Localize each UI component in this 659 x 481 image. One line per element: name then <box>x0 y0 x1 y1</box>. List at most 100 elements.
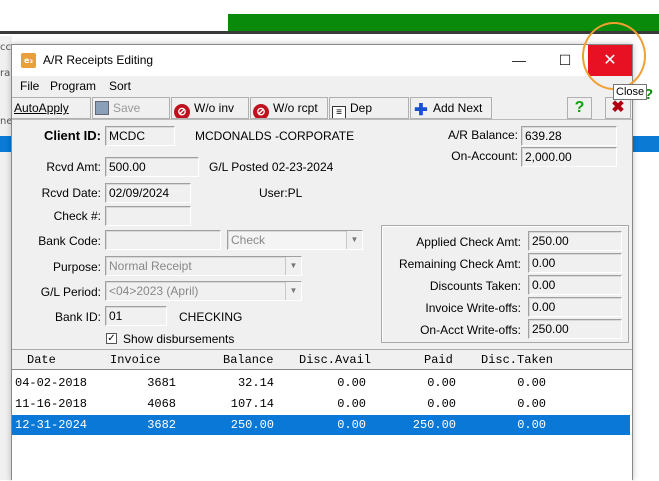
payment-type-dropdown[interactable]: Check ▼ <box>227 230 363 250</box>
menu-bar: File Program Sort <box>12 76 632 96</box>
background-panel <box>0 12 228 32</box>
gl-period-value: <04>2023 (April) <box>109 284 199 298</box>
dep-label: Dep <box>350 101 373 115</box>
invoice-writeoffs-label: Invoice Write-offs: <box>425 301 521 315</box>
close-tooltip: Close <box>613 84 648 100</box>
gl-posted-text: G/L Posted 02-23-2024 <box>209 160 334 174</box>
table-row-selected[interactable]: 12-31-2024 3682 250.00 0.00 250.00 0.00 <box>12 415 630 435</box>
wo-inv-label: W/o inv <box>194 101 235 115</box>
add-next-button[interactable]: ✚ Add Next <box>410 97 492 119</box>
table-row[interactable]: 04-02-2018 3681 32.14 0.00 0.00 0.00 <box>12 373 630 393</box>
autoapply-button[interactable]: AutoApply <box>12 97 91 119</box>
add-next-label: Add Next <box>433 101 483 115</box>
remaining-check-amt-field: 0.00 <box>528 253 622 273</box>
col-paid-header[interactable]: Paid <box>424 353 453 367</box>
highlight-circle <box>582 22 646 90</box>
table-row[interactable]: 11-16-2018 4068 107.14 0.00 0.00 0.00 <box>12 394 630 414</box>
background-right-panel <box>630 104 659 480</box>
background-text: ra <box>0 68 11 79</box>
gl-period-label: G/L Period: <box>40 285 101 299</box>
menu-sort[interactable]: Sort <box>109 79 131 93</box>
cell-paid: 0.00 <box>427 397 456 411</box>
cell-balance: 32.14 <box>237 376 274 390</box>
cell-invoice: 3681 <box>147 376 176 390</box>
applied-check-amt-label: Applied Check Amt: <box>416 235 521 249</box>
discounts-taken-field: 0.00 <box>528 275 622 295</box>
applied-check-amt-field: 250.00 <box>528 231 622 251</box>
ar-balance-field: 639.28 <box>521 126 617 146</box>
ar-balance-label: A/R Balance: <box>447 128 518 142</box>
purpose-label: Purpose: <box>52 260 101 274</box>
wo-rcpt-button[interactable]: ⊘ W/o rcpt <box>250 97 328 119</box>
menu-file[interactable]: File <box>20 79 39 93</box>
col-disc-taken-header[interactable]: Disc.Taken <box>481 353 553 367</box>
cell-disc-taken: 0.00 <box>517 418 546 432</box>
exit-button[interactable]: ✖ <box>605 97 631 119</box>
col-date-header[interactable]: Date <box>27 353 56 367</box>
bank-id-label: Bank ID: <box>54 310 101 324</box>
bank-code-field[interactable] <box>105 230 221 250</box>
minimize-button[interactable]: — <box>496 45 542 76</box>
bank-name-text: CHECKING <box>179 310 243 324</box>
save-label: Save <box>113 101 141 115</box>
show-disbursements-label: Show disbursements <box>123 332 235 346</box>
client-name: MCDONALDS -CORPORATE <box>195 129 355 143</box>
help-button[interactable]: ? <box>567 97 592 119</box>
cell-invoice: 3682 <box>147 418 176 432</box>
cell-date: 11-16-2018 <box>15 397 88 411</box>
plus-icon: ✚ <box>414 102 428 119</box>
help-icon: ? <box>574 99 585 116</box>
check-number-label: Check #: <box>53 209 101 223</box>
col-invoice-header[interactable]: Invoice <box>110 353 160 367</box>
bank-id-field[interactable]: 01 <box>105 306 167 326</box>
dep-button[interactable]: ≡ Dep <box>329 97 409 119</box>
cell-disc-taken: 0.00 <box>517 397 546 411</box>
remaining-check-amt-label: Remaining Check Amt: <box>398 257 521 271</box>
save-button[interactable]: Save <box>92 97 170 119</box>
invoice-grid[interactable]: Date Invoice Balance Disc.Avail Paid Dis… <box>12 349 632 481</box>
cell-balance: 250.00 <box>230 418 274 432</box>
payment-type-value: Check <box>231 233 266 247</box>
col-balance-header[interactable]: Balance <box>223 353 273 367</box>
purpose-dropdown[interactable]: Normal Receipt ▼ <box>105 256 302 276</box>
exit-x-icon: ✖ <box>611 99 625 116</box>
window-title: A/R Receipts Editing <box>43 53 154 67</box>
menu-program[interactable]: Program <box>50 79 96 93</box>
ar-receipts-dialog: e₃ A/R Receipts Editing — ☐ ✕ File Progr… <box>11 44 633 481</box>
cell-disc-avail: 0.00 <box>337 376 366 390</box>
cell-paid: 250.00 <box>412 418 456 432</box>
background-text: cc <box>0 42 11 53</box>
title-bar[interactable]: e₃ A/R Receipts Editing — ☐ ✕ <box>12 45 632 76</box>
chevron-down-icon: ▼ <box>346 231 362 249</box>
cell-disc-avail: 0.00 <box>337 418 366 432</box>
col-disc-avail-header[interactable]: Disc.Avail <box>299 353 371 367</box>
maximize-button[interactable]: ☐ <box>542 45 588 76</box>
no-symbol-icon: ⊘ <box>174 104 190 118</box>
chevron-down-icon: ▼ <box>285 282 301 300</box>
discounts-taken-label: Discounts Taken: <box>429 279 521 293</box>
background-divider <box>0 31 659 34</box>
cell-balance: 107.14 <box>230 397 274 411</box>
on-account-label: On-Account: <box>451 149 518 163</box>
toolbar: AutoApply Save ⊘ W/o inv ⊘ W/o rcpt ≡ Dep ✚… <box>12 96 632 120</box>
wo-rcpt-label: W/o rcpt <box>273 101 318 115</box>
purpose-value: Normal Receipt <box>109 259 192 273</box>
on-acct-writeoffs-field: 250.00 <box>528 319 622 339</box>
app-icon: e₃ <box>21 53 36 68</box>
cell-disc-avail: 0.00 <box>337 397 366 411</box>
rcvd-amt-label: Rcvd Amt: <box>46 160 101 174</box>
client-id-label: Client ID: <box>43 128 101 143</box>
grid-header: Date Invoice Balance Disc.Avail Paid Dis… <box>12 350 632 370</box>
on-account-field: 2,000.00 <box>521 147 617 167</box>
check-number-field[interactable] <box>105 206 191 226</box>
rcvd-date-field[interactable]: 02/09/2024 <box>105 183 191 203</box>
no-symbol-icon: ⊘ <box>253 104 269 118</box>
show-disbursements-checkbox[interactable]: ✓ <box>106 333 117 344</box>
rcvd-date-label: Rcvd Date: <box>41 186 101 200</box>
client-id-field[interactable]: MCDC <box>105 126 175 146</box>
autoapply-label: AutoApply <box>14 101 69 115</box>
gl-period-dropdown[interactable]: <04>2023 (April) ▼ <box>105 281 302 301</box>
deposit-slip-icon: ≡ <box>332 106 346 118</box>
wo-inv-button[interactable]: ⊘ W/o inv <box>171 97 249 119</box>
rcvd-amt-field[interactable]: 500.00 <box>105 157 199 177</box>
